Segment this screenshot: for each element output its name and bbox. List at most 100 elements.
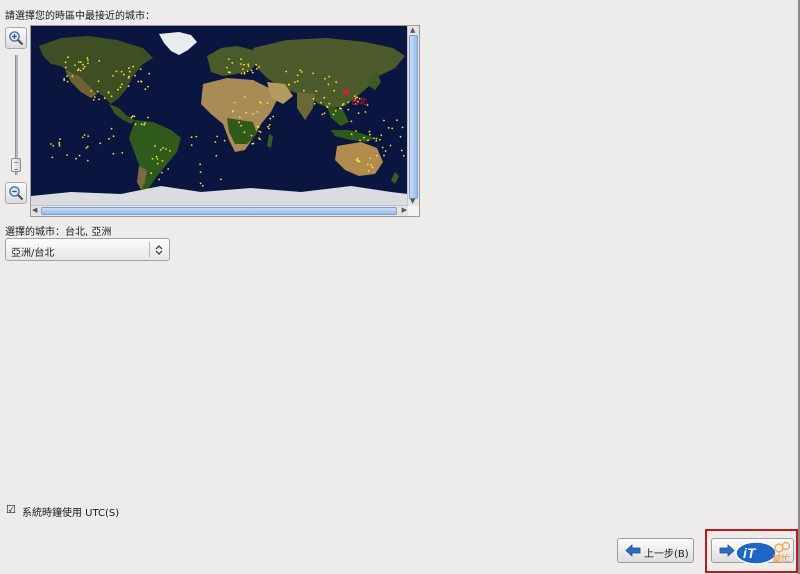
city-dot[interactable] bbox=[86, 159, 89, 162]
zoom-in-button[interactable] bbox=[5, 27, 27, 49]
city-dot[interactable] bbox=[340, 107, 342, 110]
city-dot[interactable] bbox=[375, 154, 378, 157]
city-dot[interactable] bbox=[199, 163, 202, 166]
city-dot[interactable] bbox=[158, 178, 160, 181]
city-dot[interactable] bbox=[396, 119, 398, 122]
city-dot[interactable] bbox=[347, 101, 350, 104]
city-dot[interactable] bbox=[367, 163, 369, 166]
city-dot[interactable] bbox=[323, 96, 326, 99]
city-dot[interactable] bbox=[371, 166, 374, 169]
city-dot[interactable] bbox=[71, 75, 74, 78]
city-dot[interactable] bbox=[334, 110, 337, 112]
map-horizontal-scroll-thumb[interactable] bbox=[41, 207, 397, 215]
city-dot[interactable] bbox=[312, 97, 315, 100]
city-dot[interactable] bbox=[162, 147, 164, 149]
city-dot[interactable] bbox=[123, 73, 125, 76]
city-dot[interactable] bbox=[296, 80, 299, 83]
city-dot[interactable] bbox=[402, 155, 405, 157]
city-dot[interactable] bbox=[201, 185, 204, 187]
city-dot[interactable] bbox=[59, 138, 61, 140]
scroll-left-arrow-icon[interactable]: ◀ bbox=[32, 207, 37, 214]
city-dot[interactable] bbox=[246, 70, 249, 73]
city-dot[interactable] bbox=[288, 83, 290, 86]
city-dot[interactable] bbox=[370, 164, 372, 166]
city-dot[interactable] bbox=[369, 133, 371, 136]
city-dot[interactable] bbox=[357, 112, 360, 115]
city-dot[interactable] bbox=[255, 67, 258, 70]
city-dot[interactable] bbox=[258, 130, 260, 133]
city-dot[interactable] bbox=[156, 158, 159, 160]
city-dot[interactable] bbox=[252, 142, 255, 145]
city-dot[interactable] bbox=[259, 131, 262, 133]
city-dot[interactable] bbox=[250, 69, 253, 72]
city-dot[interactable] bbox=[363, 136, 365, 139]
city-dot[interactable] bbox=[259, 138, 261, 141]
city-dot[interactable] bbox=[110, 95, 113, 98]
city-dot[interactable] bbox=[355, 130, 357, 132]
city-dot[interactable] bbox=[51, 156, 54, 159]
scroll-up-arrow-icon[interactable]: ▲ bbox=[410, 27, 415, 34]
city-dot[interactable] bbox=[52, 145, 55, 147]
city-dot[interactable] bbox=[328, 75, 331, 78]
city-dot[interactable] bbox=[165, 148, 167, 150]
city-dot[interactable] bbox=[252, 112, 255, 115]
city-dot[interactable] bbox=[63, 79, 66, 81]
city-dot[interactable] bbox=[299, 69, 302, 71]
city-dot[interactable] bbox=[190, 144, 193, 146]
city-dot[interactable] bbox=[132, 65, 135, 68]
city-dot[interactable] bbox=[96, 90, 99, 93]
city-select[interactable]: 亞洲/台北 bbox=[5, 238, 170, 261]
city-dot[interactable] bbox=[86, 145, 89, 148]
city-dot[interactable] bbox=[58, 141, 61, 144]
city-dot[interactable] bbox=[108, 137, 110, 140]
city-dot[interactable] bbox=[110, 127, 113, 130]
city-dot[interactable] bbox=[229, 71, 232, 74]
city-dot[interactable] bbox=[83, 134, 86, 136]
city-dot[interactable] bbox=[268, 127, 270, 130]
city-dot[interactable] bbox=[117, 88, 119, 91]
city-dot[interactable] bbox=[320, 101, 322, 104]
city-dot[interactable] bbox=[97, 80, 100, 83]
city-dot[interactable] bbox=[240, 63, 242, 65]
map-vertical-scrollbar[interactable]: ▲ ▼ bbox=[407, 26, 419, 206]
city-dot[interactable] bbox=[267, 125, 269, 128]
city-dot[interactable] bbox=[293, 81, 296, 84]
city-dot[interactable] bbox=[115, 70, 118, 73]
city-dot[interactable] bbox=[357, 157, 359, 160]
city-dot[interactable] bbox=[76, 69, 79, 72]
city-dot[interactable] bbox=[373, 137, 375, 140]
city-dot[interactable] bbox=[367, 139, 369, 141]
city-dot[interactable] bbox=[66, 75, 68, 77]
city-dot[interactable] bbox=[92, 99, 95, 101]
city-dot[interactable] bbox=[238, 116, 241, 118]
city-dot[interactable] bbox=[244, 96, 246, 98]
city-dot[interactable] bbox=[300, 71, 303, 73]
city-dot[interactable] bbox=[258, 66, 260, 68]
city-dot[interactable] bbox=[269, 117, 272, 120]
utc-checkbox[interactable]: ☑ bbox=[6, 504, 17, 515]
city-dot[interactable] bbox=[364, 111, 367, 113]
city-dot[interactable] bbox=[375, 137, 378, 140]
city-dot[interactable] bbox=[243, 72, 246, 75]
city-dot[interactable] bbox=[64, 61, 67, 64]
city-dot[interactable] bbox=[358, 160, 361, 163]
city-dot[interactable] bbox=[250, 134, 253, 137]
city-dot[interactable] bbox=[66, 80, 69, 83]
zoom-slider-handle[interactable] bbox=[11, 158, 21, 172]
city-dot[interactable] bbox=[148, 72, 151, 75]
city-dot[interactable] bbox=[98, 98, 100, 101]
city-dot[interactable] bbox=[313, 102, 316, 105]
city-dot[interactable] bbox=[81, 136, 84, 139]
city-dot[interactable] bbox=[257, 125, 260, 128]
city-dot[interactable] bbox=[128, 75, 130, 78]
city-dot[interactable] bbox=[367, 170, 370, 173]
city-dot[interactable] bbox=[333, 89, 336, 92]
city-dot[interactable] bbox=[245, 111, 248, 114]
world-map-image[interactable]: 台北 bbox=[31, 26, 408, 206]
city-dot[interactable] bbox=[50, 143, 52, 145]
city-dot[interactable] bbox=[335, 81, 338, 83]
city-dot[interactable] bbox=[325, 105, 328, 108]
city-dot[interactable] bbox=[80, 61, 82, 63]
city-dot[interactable] bbox=[58, 143, 61, 145]
city-dot[interactable] bbox=[231, 62, 234, 64]
